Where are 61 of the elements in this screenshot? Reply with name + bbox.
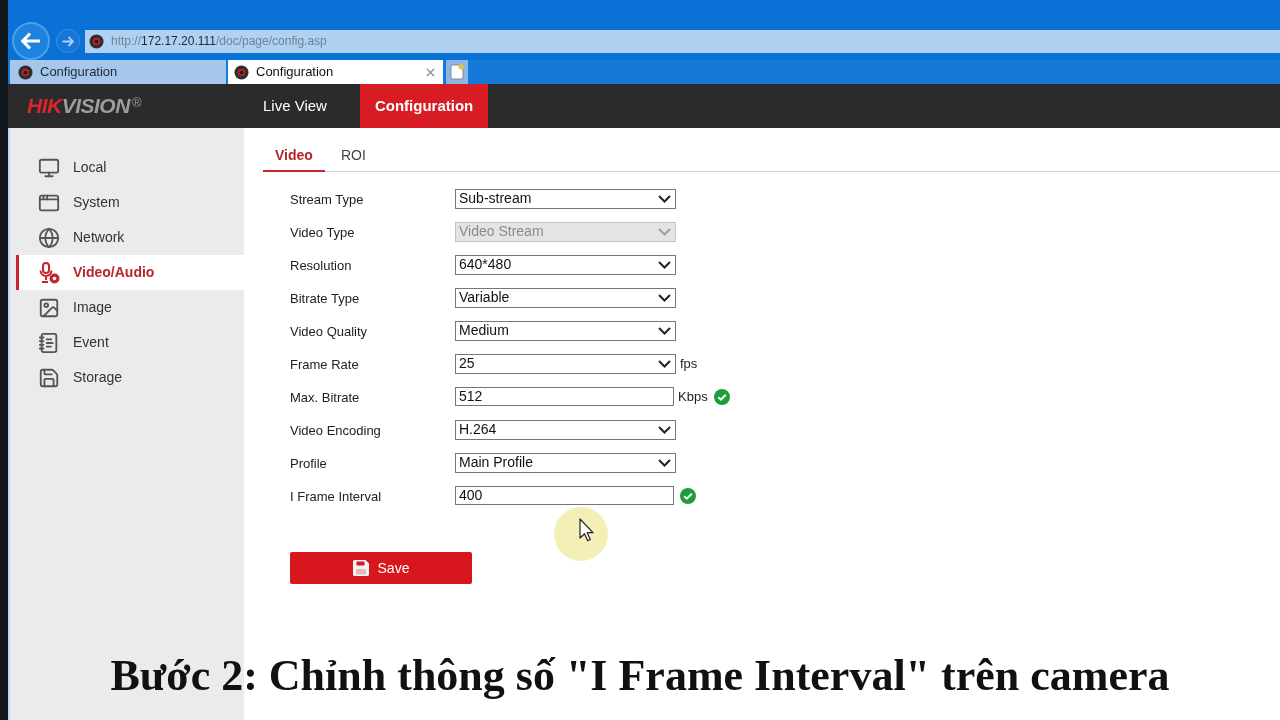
field-label: Video Quality xyxy=(290,323,368,339)
arrow-right-icon xyxy=(62,35,74,47)
dropdown[interactable]: Medium xyxy=(455,320,676,341)
field-label: Profile xyxy=(290,455,327,471)
lens-icon xyxy=(89,33,104,49)
chevron-down-icon xyxy=(658,194,671,203)
input-field[interactable]: 512 xyxy=(455,387,674,406)
field-label: Video Type xyxy=(290,224,355,240)
browser-tab[interactable]: Configuration xyxy=(10,60,226,84)
cursor-icon xyxy=(554,507,608,561)
notepad-icon xyxy=(38,331,60,354)
chevron-down-icon xyxy=(658,326,671,335)
sidebar-item[interactable]: Network xyxy=(16,220,244,255)
image-icon xyxy=(38,296,60,319)
back-button[interactable] xyxy=(12,22,50,60)
dropdown[interactable]: Main Profile xyxy=(455,452,676,473)
input-field[interactable]: 400 xyxy=(455,486,674,505)
unit-label: Kbps xyxy=(678,387,708,406)
arrow-left-icon xyxy=(21,32,41,50)
dropdown[interactable]: Variable xyxy=(455,287,676,308)
monitor-icon xyxy=(38,156,60,179)
chevron-down-icon xyxy=(658,458,671,467)
field-label: Video Encoding xyxy=(290,422,381,438)
field-label: Resolution xyxy=(290,257,352,273)
field-label: Stream Type xyxy=(290,191,364,207)
nav-tab[interactable]: Live View xyxy=(250,84,340,128)
chevron-down-icon xyxy=(658,425,671,434)
chevron-down-icon xyxy=(658,227,671,236)
chevron-down-icon xyxy=(658,359,671,368)
field-label: Max. Bitrate xyxy=(290,389,360,405)
page-icon xyxy=(450,64,464,80)
field-label: I Frame Interval xyxy=(290,488,382,504)
sidebar-item[interactable]: Storage xyxy=(16,360,244,395)
new-tab-button[interactable] xyxy=(446,60,468,84)
unit-label: fps xyxy=(680,354,698,373)
lens-icon xyxy=(18,64,33,80)
address-bar[interactable]: http://172.17.20.111/doc/page/config.asp xyxy=(85,29,1280,53)
dropdown[interactable]: 25 xyxy=(455,353,676,374)
sidebar-item[interactable]: Image xyxy=(16,290,244,325)
chevron-down-icon xyxy=(658,260,671,269)
sidebar-item[interactable]: System xyxy=(16,185,244,220)
globe-icon xyxy=(38,226,60,249)
sidebar-item[interactable]: Local xyxy=(16,150,244,185)
caption-text: Bước 2: Chỉnh thông số "I Frame Interval" trên camera xyxy=(110,650,1170,702)
field-label: Frame Rate xyxy=(290,356,359,372)
save-button[interactable]: Save xyxy=(290,552,472,584)
sidebar-item[interactable]: Video/Audio xyxy=(16,255,244,290)
dropdown[interactable]: Sub-stream xyxy=(455,188,676,209)
tab[interactable]: ROI xyxy=(324,141,382,172)
browser-tab[interactable]: Configuration xyxy=(228,60,443,84)
nav-tab[interactable]: Configuration xyxy=(359,84,489,128)
dropdown[interactable]: H.264 xyxy=(455,419,676,440)
brand-logo: HIKVISION$^{®}$ xyxy=(27,93,141,120)
chevron-down-icon xyxy=(658,293,671,302)
lens-icon xyxy=(234,64,249,80)
tab[interactable]: Video xyxy=(263,141,325,172)
sidebar-item[interactable]: Event xyxy=(16,325,244,360)
microphone-icon xyxy=(38,261,60,284)
forward-button[interactable] xyxy=(56,29,80,53)
field-label: Bitrate Type xyxy=(290,290,360,306)
dropdown[interactable]: 640*480 xyxy=(455,254,676,275)
